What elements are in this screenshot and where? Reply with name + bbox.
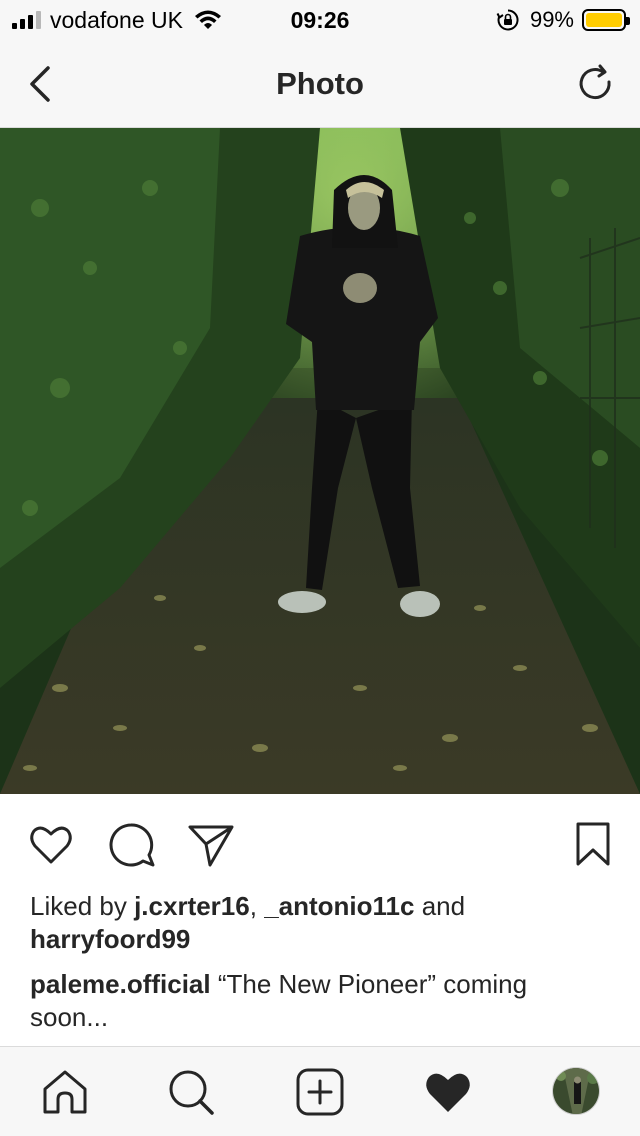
tab-bar (0, 1046, 640, 1136)
heart-icon[interactable] (26, 820, 76, 870)
caption-username[interactable]: paleme.official (30, 969, 211, 999)
rotation-lock-icon (496, 9, 519, 31)
liked-user-link[interactable]: j.cxrter16 (134, 891, 250, 921)
add-post-icon[interactable] (295, 1067, 345, 1117)
share-icon[interactable] (186, 820, 236, 870)
battery-icon (582, 9, 630, 31)
battery-percentage: 99% (529, 7, 574, 32)
comment-icon[interactable] (106, 820, 156, 870)
likes-and: and (414, 891, 466, 921)
likes-separator: , (249, 891, 265, 921)
post-caption: paleme.official “The New Pioneer” coming… (30, 968, 610, 1034)
liked-user-link[interactable]: harryfoord99 (30, 924, 190, 954)
instagram-photo-screen: vodafone UK 09:26 99% Photo Liked by j.c… (0, 0, 640, 1136)
status-bar: vodafone UK 09:26 99% (0, 0, 640, 40)
likes-summary: Liked by j.cxrter16, _antonio11c and har… (30, 890, 610, 956)
page-title: Photo (276, 66, 364, 101)
bookmark-icon[interactable] (568, 820, 618, 870)
status-right: 99% (496, 7, 630, 32)
battery-level (586, 13, 622, 27)
liked-user-link[interactable]: _antonio11c (264, 891, 414, 921)
post-photo[interactable] (0, 128, 640, 794)
search-icon[interactable] (166, 1067, 216, 1117)
refresh-icon[interactable] (574, 62, 618, 106)
activity-heart-icon[interactable] (423, 1067, 473, 1117)
photo-illustration (0, 128, 640, 794)
home-icon[interactable] (40, 1067, 90, 1117)
post-actions (0, 794, 640, 890)
profile-avatar[interactable] (552, 1067, 600, 1115)
likes-prefix: Liked by (30, 891, 135, 921)
navigation-bar: Photo (0, 40, 640, 128)
avatar-image (553, 1068, 599, 1114)
